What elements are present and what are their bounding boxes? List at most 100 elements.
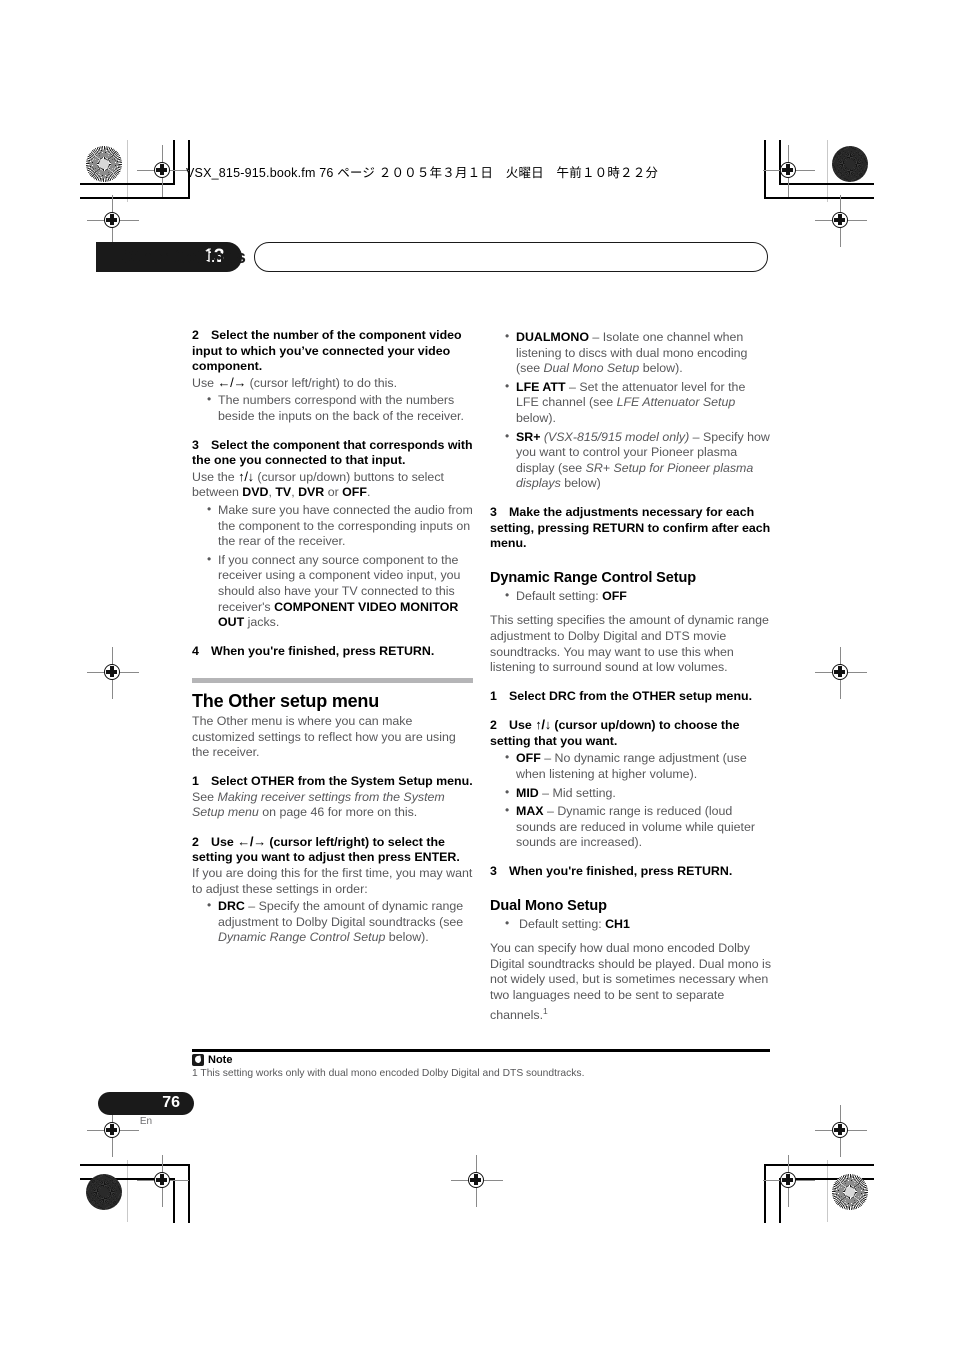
section-intro-text: The Other menu is where you can make cus… <box>192 714 456 760</box>
right-column: DUALMONO – Isolate one channel when list… <box>490 328 771 1023</box>
note-text: 1 This setting works only with dual mono… <box>192 1067 585 1079</box>
drc-option-max-label: MAX <box>516 804 544 819</box>
other-step-1-heading: 1 Select OTHER from the System Setup menu… <box>192 774 473 790</box>
page-number: 76 <box>162 1094 180 1111</box>
option-off: OFF <box>342 485 367 500</box>
registration-target-bottom-center <box>451 1155 503 1207</box>
setting-lfe-att-label: LFE ATT <box>516 379 566 394</box>
step-3-heading-text: Select the component that corresponds wi… <box>192 437 473 468</box>
other-step-2-number: 2 <box>192 834 199 849</box>
cursor-left-right-arrows-icon: ←/→ <box>217 374 247 390</box>
list-item: MID – Mid setting. <box>505 785 771 802</box>
other-step-1-number: 1 <box>192 774 199 789</box>
drc-options-list: OFF – No dynamic range adjustment (use w… <box>490 750 771 851</box>
step-2-bullet-list: The numbers correspond with the numbers … <box>192 392 473 424</box>
drc-step-1-heading: 1 Select DRC from the OTHER setup menu. <box>490 689 771 705</box>
registration-target-upper-left <box>87 195 139 247</box>
other-step-2-bullet-list: DRC – Specify the amount of dynamic rang… <box>192 898 473 946</box>
drc-default-setting-list: Default setting: OFF <box>490 588 771 605</box>
model-note-vsx-815-915: (VSX-815/915 model only) <box>540 429 690 444</box>
registration-target-middle-left <box>87 647 139 699</box>
other-step-1-heading-text: Select OTHER from the System Setup menu. <box>211 774 473 789</box>
note-block: Note 1 This setting works only with dual… <box>192 1049 770 1080</box>
dualmono-default-setting-list: Default setting: CH1 <box>490 916 771 933</box>
dualmono-description: You can specify how dual mono encoded Do… <box>490 941 772 1022</box>
step-3-number: 3 <box>192 437 199 452</box>
drc-description: This setting specifies the amount of dyn… <box>490 613 769 675</box>
step-4-heading: 4 When you're finished, press RETURN. <box>192 644 473 660</box>
cross-reference-drc-setup: Dynamic Range Control Setup <box>218 930 386 945</box>
other-step-3-number: 3 <box>490 504 497 519</box>
list-item: Default setting: OFF <box>505 588 771 605</box>
print-filename-header: VSX_815-915.book.fm 76 ページ ２００５年３月１日 火曜日… <box>186 166 659 180</box>
footnote-reference-1: 1 <box>543 1005 548 1016</box>
step-4-heading-text: When you're finished, press RETURN. <box>211 643 435 658</box>
option-dvd: DVD <box>242 485 269 500</box>
color-registration-dot-bottom-right <box>832 1174 868 1210</box>
dualmono-default-value: CH1 <box>605 916 630 931</box>
setting-drc-label: DRC <box>218 899 245 914</box>
list-item: MAX – Dynamic range is reduced (loud sou… <box>505 803 771 851</box>
note-divider-rule <box>192 1049 770 1052</box>
step-2-body-pre: Use <box>192 375 218 390</box>
color-registration-dot-top-left <box>86 146 122 182</box>
step-3-bullet-list: Make sure you have connected the audio f… <box>192 502 473 631</box>
other-step-3-heading-text: Make the adjustments necessary for each … <box>490 504 771 551</box>
step-3-heading: 3 Select the component that corresponds w… <box>192 438 473 469</box>
registration-target-middle-right <box>815 647 867 699</box>
step-4-number: 4 <box>192 643 199 658</box>
cursor-up-down-arrows-icon: ↑/↓ <box>535 717 551 733</box>
step-2-body-post: (cursor left/right) to do this. <box>246 375 398 390</box>
list-item: Make sure you have connected the audio f… <box>207 502 473 550</box>
color-registration-dot-bottom-left <box>86 1174 122 1210</box>
step-2-number: 2 <box>192 328 199 342</box>
list-item: If you connect any source component to t… <box>207 552 473 631</box>
drc-step-1-heading-text: Select DRC from the OTHER setup menu. <box>509 688 753 703</box>
step-2-body: Use ←/→ (cursor left/right) to do this. <box>192 375 473 392</box>
list-item: LFE ATT – Set the attenuator level for t… <box>505 379 771 427</box>
registration-target-lower-right <box>815 1105 867 1157</box>
note-header: Note <box>192 1053 770 1066</box>
cursor-left-right-arrows-icon: ←/→ <box>237 833 266 849</box>
step-3-body: Use the ↑/↓ (cursor up/down) buttons to … <box>192 468 444 500</box>
other-step-3-heading: 3 Make the adjustments necessary for each… <box>490 505 771 552</box>
registration-target-bottom-right <box>763 1155 815 1207</box>
color-registration-dot-top-right <box>832 146 868 182</box>
other-step-2-body: If you are doing this for the first time… <box>192 866 473 896</box>
registration-target-top-right <box>763 145 815 197</box>
drc-step-3-heading-text: When you're finished, press RETURN. <box>509 864 733 879</box>
drc-step-3-number: 3 <box>490 864 497 879</box>
drc-default-value: OFF <box>602 588 627 603</box>
registration-target-upper-right <box>815 195 867 247</box>
other-settings-bullet-list: DUALMONO – Isolate one channel when list… <box>490 329 771 492</box>
registration-target-top-left <box>137 145 189 197</box>
page-number-badge: 76 <box>98 1092 194 1115</box>
list-item: DUALMONO – Isolate one channel when list… <box>505 329 771 377</box>
drc-step-2-heading: 2 Use ↑/↓ (cursor up/down) to choose the … <box>490 717 740 748</box>
option-tv: TV <box>275 485 292 500</box>
section-divider-rule <box>192 678 473 684</box>
list-item: SR+ (VSX-815/915 model only) – Specify h… <box>505 429 771 492</box>
drc-step-2-number: 2 <box>490 718 497 733</box>
registration-target-bottom-left <box>137 1155 189 1207</box>
cross-reference-dual-mono-setup: Dual Mono Setup <box>543 361 640 376</box>
drc-option-mid-label: MID <box>516 785 539 800</box>
other-step-2-heading: 2 Use ←/→ (cursor left/right) to select t… <box>192 833 460 865</box>
setting-sr-plus-label: SR+ <box>516 429 541 444</box>
drc-option-off-label: OFF <box>516 751 541 766</box>
other-step-1-body: See Making receiver settings from the Sy… <box>192 789 445 820</box>
chapter-banner: 13 Other Settings <box>96 242 768 272</box>
cross-reference-lfe-attenuator-setup: LFE Attenuator Setup <box>616 395 736 410</box>
chapter-title: Other Settings <box>121 246 246 267</box>
list-item: OFF – No dynamic range adjustment (use w… <box>505 750 771 782</box>
drc-step-1-number: 1 <box>490 688 497 703</box>
note-label: Note <box>208 1053 233 1066</box>
option-dvr: DVR <box>298 485 325 500</box>
list-item: The numbers correspond with the numbers … <box>207 392 473 424</box>
setting-dualmono-label: DUALMONO <box>516 330 589 344</box>
section-title-other-setup-menu: The Other setup menu <box>192 691 380 712</box>
step-2-heading: 2 Select the number of the component vide… <box>192 328 473 375</box>
step-2-heading-text: Select the number of the component video… <box>192 328 462 374</box>
subsection-title-dual-mono-setup: Dual Mono Setup <box>490 897 607 914</box>
drc-step-3-heading: 3 When you're finished, press RETURN. <box>490 864 771 880</box>
